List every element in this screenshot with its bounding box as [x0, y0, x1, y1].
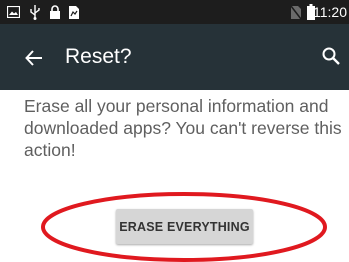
- lock-icon: [48, 4, 61, 20]
- usb-icon: [29, 4, 41, 20]
- page-title: Reset?: [65, 45, 132, 68]
- search-icon: [322, 47, 340, 65]
- status-bar: 11:20: [0, 0, 349, 24]
- erase-everything-button[interactable]: ERASE EVERYTHING: [116, 209, 253, 244]
- arrow-back-icon: [25, 49, 43, 67]
- search-button[interactable]: [319, 44, 343, 68]
- reset-screen: 11:20 Reset? Erase all your personal inf…: [0, 0, 349, 262]
- notification-icon: [67, 4, 80, 20]
- reset-warning-text: Erase all your personal information and …: [24, 96, 342, 160]
- image-icon: [6, 4, 20, 20]
- back-button[interactable]: [22, 46, 46, 70]
- app-bar: Reset?: [0, 24, 349, 90]
- no-sim-icon: [290, 4, 302, 20]
- status-time: 11:20: [313, 4, 347, 20]
